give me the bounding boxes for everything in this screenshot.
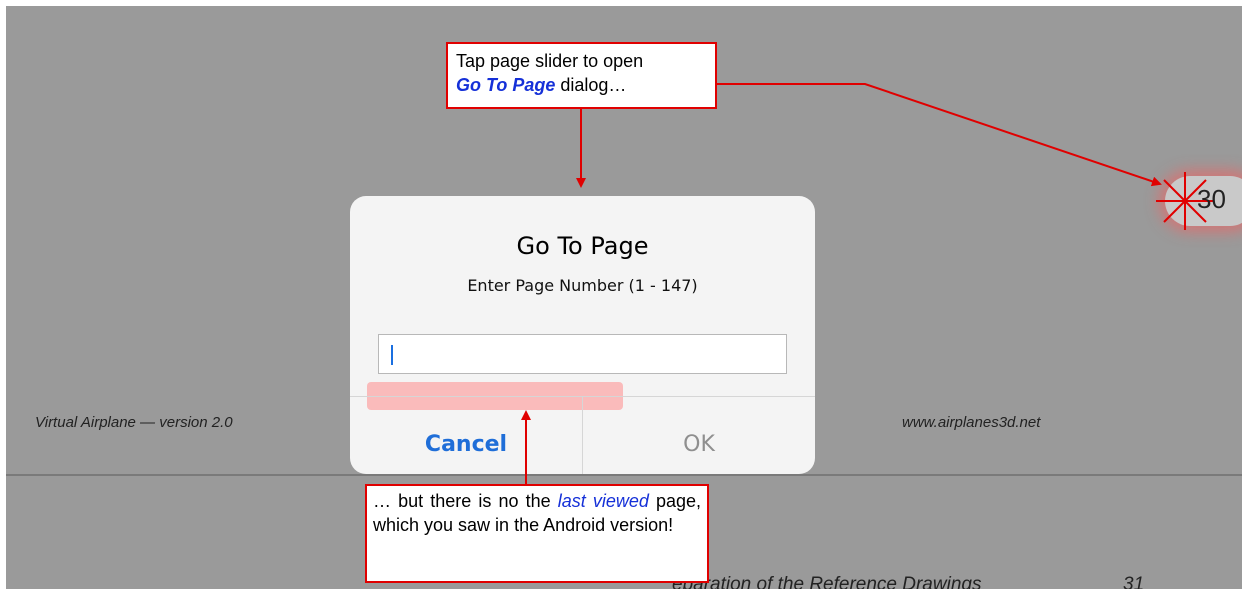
page-slider-number[interactable]: 30	[1197, 184, 1226, 215]
page-separator	[6, 474, 1242, 476]
callout-bottom-prefix: … but there is no the	[373, 491, 558, 511]
page-number-input[interactable]	[378, 334, 787, 374]
text-caret	[391, 345, 393, 365]
cancel-button[interactable]: Cancel	[350, 396, 582, 474]
callout-top-line1: Tap page slider to open	[456, 51, 644, 71]
page-footer-right: www.airplanes3d.net	[902, 414, 1041, 431]
callout-top: Tap page slider to open Go To Page dialo…	[446, 42, 717, 109]
callout-top-line2: dialog…	[555, 75, 627, 95]
callout-bottom: … but there is no the last viewed page, …	[365, 484, 709, 583]
next-page-number: 31	[1123, 574, 1145, 589]
dialog-message: Enter Page Number (1 - 147)	[467, 276, 698, 295]
ok-button[interactable]: OK	[583, 396, 815, 474]
callout-top-highlight: Go To Page	[456, 75, 556, 95]
dialog-title: Go To Page	[516, 232, 649, 260]
next-page-heading: eparation of the Reference Drawings	[672, 574, 982, 589]
page-footer-left: Virtual Airplane — version 2.0	[35, 414, 233, 431]
go-to-page-dialog: Go To Page Enter Page Number (1 - 147) C…	[350, 196, 815, 474]
callout-bottom-highlight: last viewed	[557, 491, 649, 511]
